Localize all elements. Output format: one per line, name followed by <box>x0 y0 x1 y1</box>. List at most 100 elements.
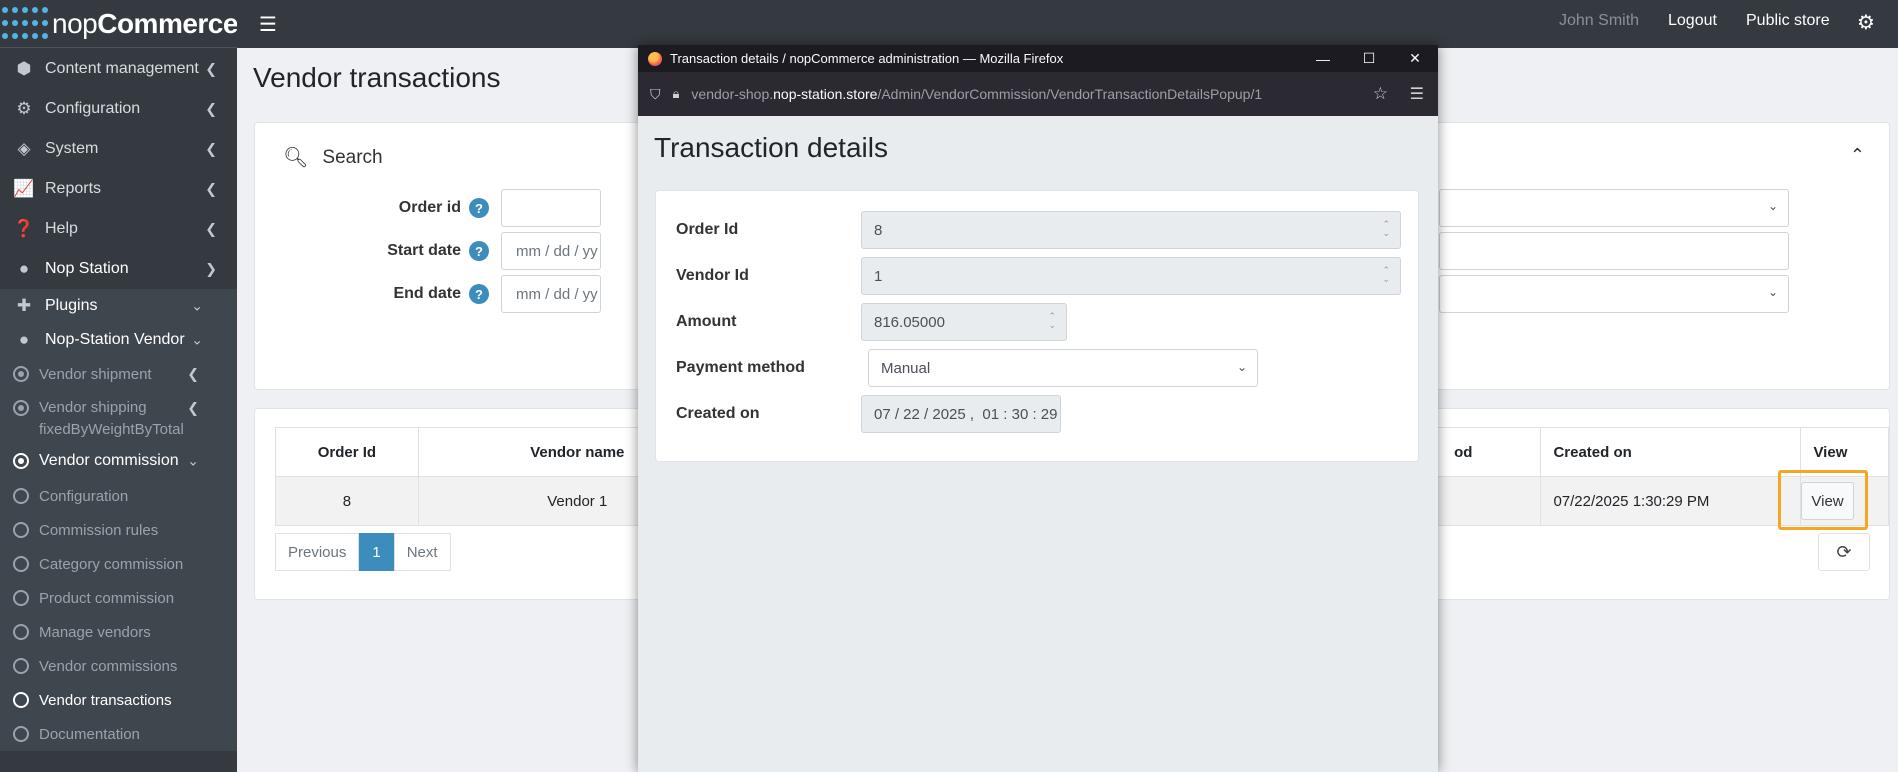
menu-icon[interactable]: ☰ <box>1410 84 1424 104</box>
start-date-input[interactable]: mm / dd / yy <box>501 232 601 270</box>
search-title: Search <box>322 146 383 168</box>
window-titlebar[interactable]: Transaction details / nopCommerce admini… <box>638 45 1438 72</box>
chevron-down-icon: ❯ <box>205 260 217 277</box>
chevron-up-icon[interactable]: ⌃ <box>1850 145 1865 166</box>
sidebar-item-plugins[interactable]: ✚ Plugins ⌄ <box>0 289 237 323</box>
end-date-input[interactable]: mm / dd / yy <box>501 275 601 313</box>
text-input[interactable] <box>1439 232 1789 270</box>
circle-icon <box>13 522 29 538</box>
vendor-id-field[interactable]: 1 ⌃ ⌄ <box>861 257 1401 295</box>
created-on-field[interactable]: 07 / 22 / 2025 , 01 : 30 : 29 <box>861 395 1061 433</box>
order-id-input[interactable] <box>501 189 601 227</box>
sidebar-item-label: Reports <box>45 180 102 197</box>
sidebar-item-nop-station-vendor[interactable]: ● Nop-Station Vendor ⌄ <box>0 323 237 357</box>
sidebar-item-label: Vendor shipping fixedByWeightByTotal <box>39 399 184 438</box>
chevron-down-icon: ⌄ <box>1236 360 1247 374</box>
circle-icon <box>13 488 29 504</box>
sidebar-item-reports[interactable]: 📈 Reports ❮ <box>0 169 237 209</box>
sidebar-item-label: Documentation <box>39 725 140 743</box>
order-id-field[interactable]: 8 ⌃ ⌄ <box>861 211 1401 249</box>
sidebar-item-manage-vendors[interactable]: Manage vendors <box>0 615 237 649</box>
sidebar-item-commission-configuration[interactable]: Configuration <box>0 479 237 513</box>
sidebar-item-nop-station[interactable]: ● Nop Station ❯ <box>0 249 237 289</box>
col-order-id[interactable]: Order Id <box>275 427 419 477</box>
user-name[interactable]: John Smith <box>1559 12 1639 30</box>
public-store-link[interactable]: Public store <box>1746 12 1830 30</box>
url-bar[interactable]: ⛉ 🔒︎ vendor-shop.nop-station.store/Admin… <box>638 72 1438 116</box>
cell-order-id: 8 <box>275 476 419 526</box>
lock-icon[interactable]: 🔒︎ <box>673 86 680 102</box>
chevron-left-icon: ❮ <box>205 220 217 237</box>
view-button[interactable]: View <box>1801 482 1854 520</box>
sidebar-item-label: Help <box>45 220 78 237</box>
sidebar-item-configuration[interactable]: ⚙ Configuration ❮ <box>0 89 237 129</box>
minimize-icon[interactable]: — <box>1300 45 1346 72</box>
sidebar-item-vendor-shipment[interactable]: Vendor shipment ❮ <box>0 357 237 391</box>
gears-icon: ⚙ <box>16 99 32 118</box>
url-text[interactable]: vendor-shop.nop-station.store/Admin/Vend… <box>691 86 1262 102</box>
transaction-details-popup-window: Transaction details / nopCommerce admini… <box>638 45 1438 772</box>
hamburger-menu-icon[interactable]: ☰ <box>259 12 277 37</box>
help-icon[interactable]: ? <box>469 198 489 218</box>
sidebar-item-label: Category commission <box>39 555 184 573</box>
radio-dot-icon <box>13 453 29 469</box>
chevron-down-icon: ⌄ <box>191 331 203 348</box>
sidebar-item-vendor-commission[interactable]: Vendor commission ⌄ <box>0 443 237 479</box>
maximize-icon[interactable]: ☐ <box>1346 45 1392 72</box>
sidebar-item-vendor-transactions[interactable]: Vendor transactions <box>0 683 237 717</box>
pager-previous[interactable]: Previous <box>275 533 360 571</box>
sidebar-item-label: Vendor commission <box>39 452 179 469</box>
cell-created-on: 07/22/2025 1:30:29 PM <box>1540 476 1802 526</box>
vendor-select[interactable]: ⌄ <box>1439 189 1789 227</box>
sidebar-item-vendor-commissions[interactable]: Vendor commissions <box>0 649 237 683</box>
sidebar-item-commission-rules[interactable]: Commission rules <box>0 513 237 547</box>
chart-line-icon: 📈 <box>13 179 35 198</box>
popup-body: Transaction details Order Id 8 ⌃ ⌄ Vendor… <box>638 116 1438 772</box>
pager-page-1[interactable]: 1 <box>359 533 394 571</box>
sidebar-item-content-management[interactable]: ⬢ Content management ❮ <box>0 49 237 89</box>
sidebar-item-vendor-shipping[interactable]: Vendor shipping fixedByWeightByTotal ❮ <box>0 391 237 443</box>
sidebar-item-product-commission[interactable]: Product commission <box>0 581 237 615</box>
chevron-left-icon: ❮ <box>205 180 217 197</box>
close-icon[interactable]: ✕ <box>1392 45 1438 72</box>
sidebar-item-documentation[interactable]: Documentation <box>0 717 237 751</box>
payment-method-select[interactable]: ⌄ <box>1439 275 1789 313</box>
settings-gears-icon[interactable]: ⚙ <box>1857 10 1875 35</box>
refresh-icon: ⟳ <box>1836 541 1852 562</box>
top-navbar: ☰ John Smith Logout Public store ⚙ <box>237 0 1898 48</box>
logout-link[interactable]: Logout <box>1668 12 1717 30</box>
sidebar-item-help[interactable]: ❓ Help ❮ <box>0 209 237 249</box>
sidebar-item-label: Vendor transactions <box>39 691 172 709</box>
chevron-left-icon: ❮ <box>205 140 217 157</box>
puzzle-icon: ✚ <box>16 296 32 315</box>
sidebar-item-label: Manage vendors <box>39 623 151 641</box>
sidebar-item-system[interactable]: ◈ System ❮ <box>0 129 237 169</box>
sidebar-item-label: System <box>45 140 99 157</box>
nopstation-icon: ● <box>18 330 30 349</box>
search-header[interactable]: 🔍︎ Search <box>283 145 383 170</box>
shield-icon[interactable]: ⛉ <box>650 86 661 103</box>
amount-field[interactable]: 816.05000 ⌃ ⌄ <box>861 303 1067 341</box>
chevron-down-icon: ⌄ <box>1767 199 1778 213</box>
window-title: Transaction details / nopCommerce admini… <box>670 51 1064 66</box>
circle-icon <box>13 624 29 640</box>
sidebar-item-category-commission[interactable]: Category commission <box>0 547 237 581</box>
page-title: Vendor transactions <box>253 62 501 93</box>
refresh-button[interactable]: ⟳ <box>1818 533 1870 571</box>
payment-method-select[interactable]: Manual ⌄ <box>868 349 1258 387</box>
spinner-icon: ⌃ ⌄ <box>1048 311 1056 330</box>
circle-icon <box>13 658 29 674</box>
end-date-row: End date ? mm / dd / yy <box>269 275 601 313</box>
end-date-label: End date <box>393 285 461 302</box>
pager-next[interactable]: Next <box>393 533 451 571</box>
bookmark-star-icon[interactable]: ☆ <box>1373 84 1388 104</box>
col-created-on[interactable]: Created on <box>1540 427 1802 477</box>
window-controls: — ☐ ✕ <box>1300 45 1438 72</box>
cubes-icon: ⬢ <box>16 59 32 78</box>
pagination: Previous 1 Next <box>275 533 451 571</box>
search-icon: 🔍︎ <box>283 147 309 169</box>
help-icon[interactable]: ? <box>469 284 489 304</box>
brand-logo[interactable]: nopCommerce <box>0 0 238 48</box>
help-icon[interactable]: ? <box>469 241 489 261</box>
question-circle-icon: ❓ <box>13 219 35 238</box>
